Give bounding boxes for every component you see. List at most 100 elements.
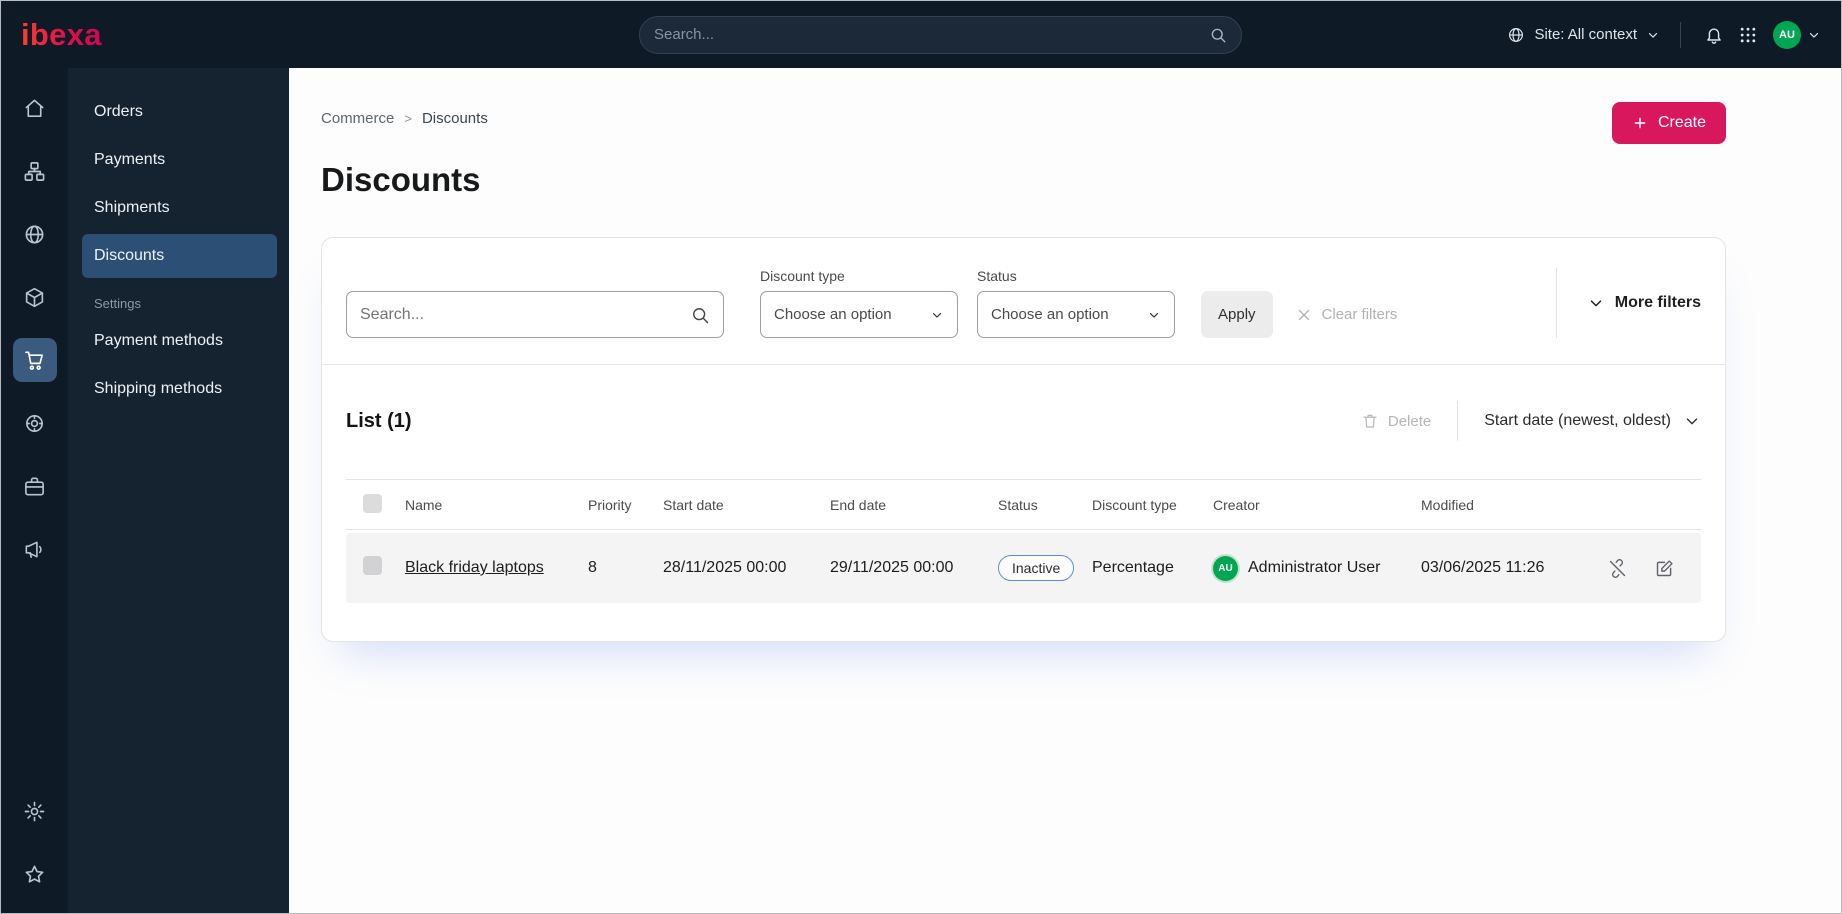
sitemap-icon [23, 160, 46, 183]
creator-name: Administrator User [1248, 559, 1381, 576]
chevron-down-icon [1807, 28, 1821, 42]
edit-button[interactable] [1654, 558, 1675, 579]
bell-icon [1704, 25, 1724, 45]
table-row: Black friday laptops 8 28/11/2025 00:00 … [346, 533, 1701, 603]
rail-item-campaigns[interactable] [13, 527, 57, 571]
unlink-icon [1607, 558, 1628, 579]
site-context-selector[interactable]: Site: All context [1507, 26, 1660, 44]
col-header-discount-type: Discount type [1092, 496, 1177, 513]
cube-icon [23, 286, 46, 309]
sort-label: Start date (newest, oldest) [1484, 412, 1671, 429]
sidebar-item-discounts[interactable]: Discounts [82, 234, 277, 278]
discount-name-link[interactable]: Black friday laptops [405, 559, 544, 576]
filter-search[interactable] [346, 291, 724, 338]
rail-item-personalization[interactable] [13, 401, 57, 445]
list-actions: Delete Start date (newest, oldest) [1361, 401, 1701, 441]
rail-item-bookmarks[interactable] [13, 852, 57, 896]
more-filters-toggle[interactable]: More filters [1555, 268, 1701, 338]
select-all-checkbox[interactable] [363, 493, 382, 513]
globe-icon [23, 223, 46, 246]
trash-icon [1361, 412, 1379, 430]
status-value: Choose an option [991, 306, 1109, 323]
discounts-panel: Discount type Choose an option Status [321, 237, 1726, 642]
list-header: List (1) Delete Start date (newest, olde… [322, 365, 1725, 479]
globe-icon [1507, 26, 1525, 44]
search-icon[interactable] [1209, 26, 1227, 44]
discount-type-label: Discount type [760, 268, 845, 284]
cart-icon [23, 349, 46, 372]
user-avatar[interactable]: AU [1773, 20, 1801, 49]
sort-dropdown[interactable]: Start date (newest, oldest) [1457, 401, 1701, 441]
rail-item-workflow[interactable] [13, 464, 57, 508]
cell-start-date: 28/11/2025 00:00 [663, 559, 787, 576]
sidebar-item-payments[interactable]: Payments [82, 138, 277, 182]
col-header-start-date: Start date [663, 496, 724, 513]
breadcrumb: Commerce > Discounts [321, 102, 488, 127]
rail-bottom [13, 789, 57, 896]
row-checkbox[interactable] [363, 556, 382, 575]
creator-avatar: AU [1213, 555, 1238, 581]
status-label: Status [977, 268, 1017, 284]
status-select[interactable]: Choose an option [977, 291, 1175, 338]
user-menu[interactable]: AU [1773, 20, 1821, 49]
notifications-button[interactable] [1697, 18, 1731, 52]
col-header-status: Status [998, 496, 1038, 513]
sidebar: Orders Payments Shipments Discounts Sett… [68, 68, 289, 913]
apps-grid-button[interactable] [1731, 18, 1765, 52]
col-header-name: Name [405, 496, 443, 513]
delete-button[interactable]: Delete [1361, 412, 1431, 430]
status-badge: Inactive [998, 555, 1075, 581]
app-window: ibexa Site: All context [0, 0, 1842, 914]
global-search[interactable] [639, 15, 1242, 54]
breadcrumb-commerce[interactable]: Commerce [321, 110, 394, 127]
cell-priority: 8 [588, 559, 597, 576]
plus-icon [1632, 115, 1648, 131]
breadcrumb-discounts[interactable]: Discounts [422, 110, 488, 127]
col-header-creator: Creator [1213, 496, 1260, 513]
rail-item-dashboard[interactable] [13, 86, 57, 130]
col-header-priority: Priority [588, 496, 632, 513]
delete-button-label: Delete [1387, 412, 1432, 430]
deactivate-button[interactable] [1607, 558, 1628, 579]
clear-x-icon [1295, 306, 1313, 324]
more-filters-label: More filters [1614, 294, 1701, 311]
chevron-down-icon [1683, 412, 1701, 430]
list-title: List (1) [346, 409, 412, 432]
apps-grid-icon [1738, 25, 1758, 45]
table-header-row: Name Priority Start date End date Status… [346, 479, 1701, 530]
global-search-input[interactable] [654, 26, 1209, 43]
icon-rail [1, 68, 68, 913]
star-icon [23, 863, 46, 886]
chevron-down-icon [930, 308, 944, 322]
rail-item-settings[interactable] [13, 789, 57, 833]
sidebar-menu: Orders Payments Shipments Discounts [68, 90, 289, 278]
sidebar-item-shipping-methods[interactable]: Shipping methods [82, 367, 277, 411]
clear-filters-button[interactable]: Clear filters [1295, 291, 1397, 338]
filters-bar: Discount type Choose an option Status [322, 238, 1725, 364]
col-header-modified: Modified [1421, 496, 1474, 513]
rail-item-commerce[interactable] [12, 338, 57, 382]
sidebar-item-payment-methods[interactable]: Payment methods [82, 319, 277, 363]
filter-search-input[interactable] [360, 305, 690, 324]
sidebar-item-orders[interactable]: Orders [82, 90, 277, 134]
megaphone-icon [23, 538, 46, 561]
sidebar-settings-menu: Payment methods Shipping methods [68, 319, 289, 411]
search-icon[interactable] [690, 305, 710, 325]
ibexa-logo[interactable]: ibexa [21, 17, 102, 53]
discount-type-select[interactable]: Choose an option [760, 291, 958, 338]
breadcrumb-separator: > [404, 111, 412, 126]
body: Orders Payments Shipments Discounts Sett… [1, 68, 1841, 913]
rail-item-site[interactable] [13, 212, 57, 256]
col-header-end-date: End date [830, 496, 887, 513]
main-content: Commerce > Discounts Create Discounts Se… [289, 68, 1841, 913]
edit-icon [1654, 558, 1675, 579]
apply-button[interactable]: Apply [1201, 291, 1273, 338]
create-button[interactable]: Create [1611, 102, 1726, 144]
target-icon [23, 412, 46, 435]
chevron-down-icon [1147, 308, 1161, 322]
rail-item-content[interactable] [13, 149, 57, 193]
rail-item-products[interactable] [13, 275, 57, 319]
sidebar-item-shipments[interactable]: Shipments [82, 186, 277, 230]
cell-end-date: 29/11/2025 00:00 [830, 559, 954, 576]
row-actions [1591, 558, 1701, 579]
